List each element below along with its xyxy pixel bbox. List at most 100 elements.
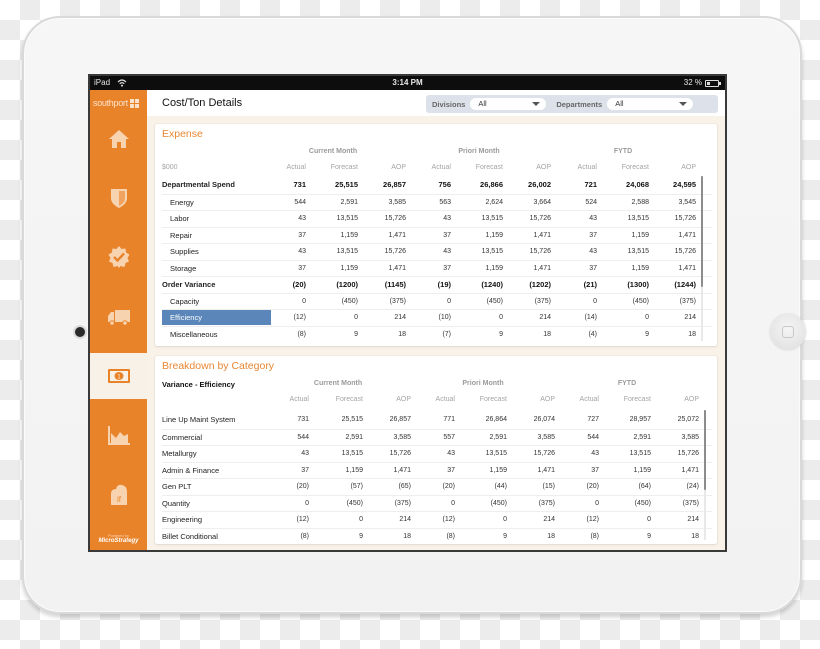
main-content: Cost/Ton Details Divisions All Departmen… (147, 90, 725, 550)
table-row[interactable]: Line Up Maint System 731 25,515 26,857 771 26… (162, 412, 712, 429)
cell-value: 37 (589, 264, 597, 272)
clock: 3:14 PM (392, 78, 423, 87)
divisions-select[interactable]: All (470, 98, 547, 110)
shield-icon (110, 189, 127, 208)
sidebar-item-quality[interactable] (90, 234, 147, 280)
row-label[interactable]: Miscellaneous (162, 327, 271, 342)
sidebar-item-delivery[interactable] (90, 294, 147, 340)
southport-logo: southport (93, 98, 139, 108)
cell-value: (450) (634, 499, 651, 507)
cell-value: 43 (443, 215, 451, 222)
row-label[interactable]: Order Variance (162, 277, 215, 292)
column-header: AOP (391, 164, 406, 171)
cell-value: (14) (584, 314, 597, 321)
cell-value: 3,585 (393, 433, 411, 441)
table-row[interactable]: Capacity 0 (450) (375) 0 (450) (375) 0 (450) (375… (162, 292, 712, 310)
row-label[interactable]: Labor (162, 211, 271, 226)
home-icon (108, 130, 129, 148)
truck-icon (107, 310, 130, 326)
cell-value: 731 (293, 180, 306, 189)
row-label[interactable]: Line Up Maint System (162, 412, 235, 427)
row-label[interactable]: Departmental Spend (162, 177, 235, 192)
column-header: AOP (536, 164, 551, 171)
row-label[interactable]: Storage (162, 261, 271, 276)
departments-select[interactable]: All (607, 98, 694, 110)
sidebar-item-home[interactable] (90, 116, 147, 162)
row-label[interactable]: Gen PLT (162, 479, 191, 494)
battery-icon (705, 79, 721, 87)
row-label[interactable]: Capacity (162, 294, 271, 309)
row-label[interactable]: Repair (162, 228, 271, 243)
cell-value: 0 (593, 297, 597, 305)
cell-value: 37 (301, 466, 309, 474)
row-label[interactable]: Commercial (162, 430, 202, 445)
cell-value: 15,726 (677, 450, 699, 457)
cell-value: 1,159 (485, 264, 503, 272)
table-row[interactable]: Admin & Finance 37 1,159 1,471 37 1,159 1,471 3… (162, 461, 712, 479)
cell-value: 13,515 (336, 215, 358, 222)
cell-value: 37 (591, 466, 599, 474)
table-row[interactable]: Repair 37 1,159 1,471 37 1,159 1,471 37 1,159 1,4… (162, 226, 712, 244)
cell-value: 0 (499, 314, 503, 321)
table-row[interactable]: Storage 37 1,159 1,471 37 1,159 1,471 37 1,159 1,… (162, 259, 712, 277)
cell-value: (12) (293, 314, 306, 321)
group-header: FYTD (613, 148, 633, 155)
table-row[interactable]: Supplies 43 13,515 15,726 43 13,515 15,726 43 13… (162, 243, 712, 260)
table-row[interactable]: Quantity 0 (450) (375) 0 (450) (375) 0 (450) (375… (162, 494, 712, 512)
cell-value: (1300) (627, 280, 649, 289)
sidebar-item-cost[interactable]: 1 (90, 353, 147, 399)
sidebar-item-trends[interactable] (90, 412, 147, 458)
row-label[interactable]: Quantity (162, 496, 190, 511)
cell-value: 15,726 (529, 215, 551, 222)
table-row[interactable]: Miscellaneous (8) 9 18 (7) 9 18 (4) 9 18 (162, 325, 712, 343)
table-row[interactable]: Gen PLT (20) (57) (65) (20) (44) (15) (20) (64) (… (162, 478, 712, 495)
badge-check-icon (108, 246, 129, 268)
column-header: Actual (286, 164, 306, 171)
cell-value: (8) (297, 330, 306, 338)
cell-value: 727 (587, 416, 599, 423)
cell-value: (20) (296, 483, 309, 490)
cell-value: 15,726 (674, 248, 696, 255)
cell-value: 1,159 (631, 231, 649, 239)
sidebar-item-safety[interactable] (90, 175, 147, 221)
breakdown-scrollbar[interactable] (704, 410, 706, 540)
table-row[interactable]: Commercial 544 2,591 3,585 557 2,591 3,585 544 2… (162, 428, 712, 446)
cell-value: 43 (301, 450, 309, 457)
row-label[interactable]: Admin & Finance (162, 463, 219, 478)
expense-scrollbar[interactable] (701, 176, 703, 341)
cell-value: (1202) (529, 280, 551, 289)
cell-value: 37 (298, 264, 306, 272)
row-label-selected[interactable]: Efficiency (162, 310, 271, 325)
row-label[interactable]: Energy (162, 195, 271, 210)
table-row[interactable]: Order Variance (20) (1200) (1145) (19) (1240)… (162, 276, 712, 293)
what-if-cloud-icon: if (110, 484, 127, 505)
row-label[interactable]: Supplies (162, 244, 271, 259)
breakdown-title: Breakdown by Category (162, 360, 275, 372)
cell-value: 9 (354, 330, 358, 338)
scrollbar-thumb[interactable] (701, 176, 703, 287)
table-row[interactable]: Efficiency (12) 0 214 (10) 0 214 (14) 0 214 (162, 309, 712, 326)
table-row[interactable]: Energy 544 2,591 3,585 563 2,624 3,664 524 2,588… (162, 193, 712, 211)
row-label[interactable]: Billet Conditional (162, 529, 218, 544)
cell-value: 43 (591, 450, 599, 457)
cell-value: 9 (645, 330, 649, 338)
home-button[interactable] (770, 314, 806, 350)
row-label[interactable]: Metallurgy (162, 446, 197, 461)
sidebar-item-what-if[interactable]: if (90, 471, 147, 517)
table-row[interactable]: Engineering (12) 0 214 (12) 0 214 (12) 0 214 (162, 511, 712, 528)
table-row[interactable]: Metallurgy 43 13,515 15,726 43 13,515 15,726 43… (162, 445, 712, 462)
cell-value: 2,591 (633, 433, 651, 441)
cell-value: 9 (647, 532, 651, 540)
cell-value: 18 (688, 330, 696, 338)
scrollbar-thumb[interactable] (704, 410, 706, 490)
status-bar: iPad 3:14 PM 32 % (90, 76, 725, 90)
cell-value: 13,515 (629, 450, 651, 457)
table-row[interactable]: Departmental Spend 731 25,515 26,857 756 26,8… (162, 177, 712, 194)
cell-value: 9 (503, 532, 507, 540)
cell-value: (8) (590, 532, 599, 540)
row-label[interactable]: Engineering (162, 512, 202, 527)
cell-value: (15) (542, 483, 555, 490)
cell-value: 37 (447, 466, 455, 474)
table-row[interactable]: Billet Conditional (8) 9 18 (8) 9 18 (8) 9 18 (162, 527, 712, 545)
table-row[interactable]: Labor 43 13,515 15,726 43 13,515 15,726 43 13,51… (162, 210, 712, 227)
